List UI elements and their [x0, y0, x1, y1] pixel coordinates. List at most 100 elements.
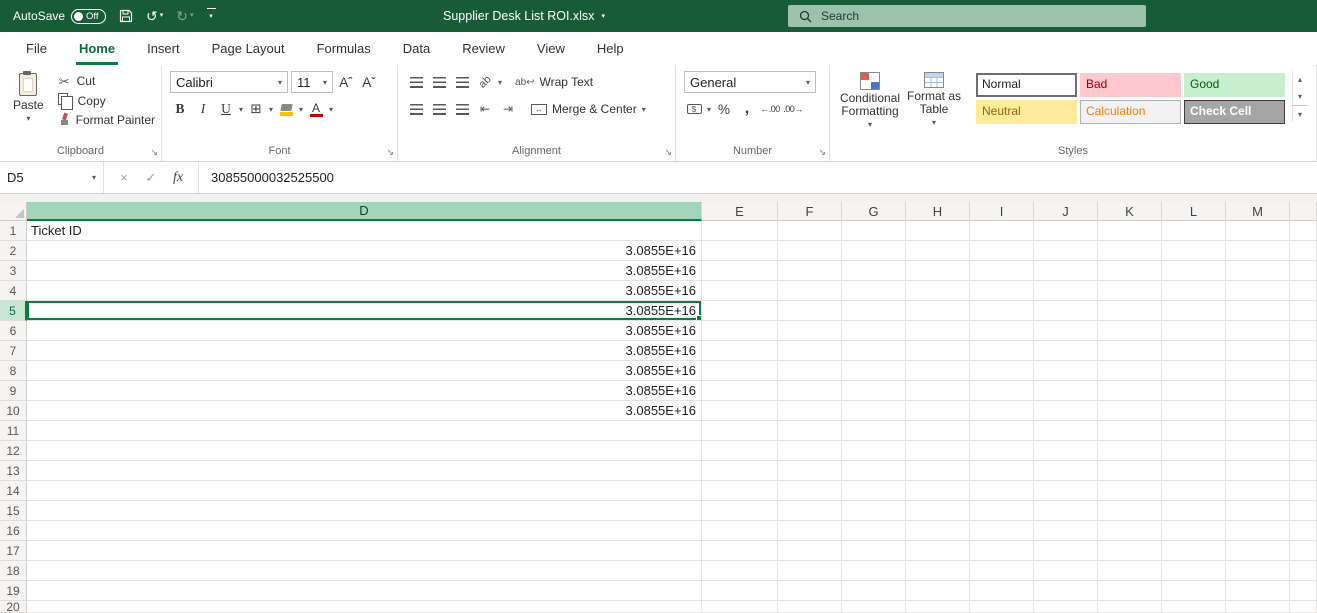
fill-handle[interactable]	[696, 315, 701, 320]
cell-K6[interactable]	[1098, 321, 1162, 341]
cell-D10[interactable]: 3.0855E+16	[27, 401, 702, 421]
cell-J11[interactable]	[1034, 421, 1098, 441]
cell-E7[interactable]	[702, 341, 778, 361]
cell-M7[interactable]	[1226, 341, 1290, 361]
column-header-M[interactable]: M	[1226, 202, 1290, 221]
cell-G10[interactable]	[842, 401, 906, 421]
cell-style-normal[interactable]: Normal	[976, 73, 1077, 97]
cell-L12[interactable]	[1162, 441, 1226, 461]
cell-H19[interactable]	[906, 581, 970, 601]
cell-K12[interactable]	[1098, 441, 1162, 461]
cell-E1[interactable]	[702, 221, 778, 241]
cell-G4[interactable]	[842, 281, 906, 301]
underline-button[interactable]: U	[216, 98, 236, 120]
italic-button[interactable]: I	[193, 98, 213, 120]
cell-K5[interactable]	[1098, 301, 1162, 321]
cell-F13[interactable]	[778, 461, 842, 481]
cell-H16[interactable]	[906, 521, 970, 541]
redo-button[interactable]: ↻ ▾	[176, 9, 193, 23]
cell-I14[interactable]	[970, 481, 1034, 501]
cell-J1[interactable]	[1034, 221, 1098, 241]
cell-L7[interactable]	[1162, 341, 1226, 361]
cut-button[interactable]: ✂ Cut	[57, 74, 155, 88]
document-title[interactable]: Supplier Desk List ROI.xlsx ▾	[443, 0, 605, 32]
cell-H12[interactable]	[906, 441, 970, 461]
cell-L18[interactable]	[1162, 561, 1226, 581]
cell-F15[interactable]	[778, 501, 842, 521]
cell-K20[interactable]	[1098, 601, 1162, 613]
comma-style-button[interactable]: ,	[737, 98, 757, 120]
cell-J4[interactable]	[1034, 281, 1098, 301]
row-header-17[interactable]: 17	[0, 541, 27, 561]
accounting-format-button[interactable]: $	[684, 98, 704, 120]
cell-K1[interactable]	[1098, 221, 1162, 241]
underline-dropdown[interactable]: ▾	[239, 105, 243, 114]
cell-M15[interactable]	[1226, 501, 1290, 521]
cell-style-neutral[interactable]: Neutral	[976, 100, 1077, 124]
cell-x3[interactable]	[1290, 261, 1317, 281]
cell-x9[interactable]	[1290, 381, 1317, 401]
cell-M19[interactable]	[1226, 581, 1290, 601]
cell-E4[interactable]	[702, 281, 778, 301]
cell-style-calculation[interactable]: Calculation	[1080, 100, 1181, 124]
cell-D15[interactable]	[27, 501, 702, 521]
name-box[interactable]: D5 ▾	[0, 162, 104, 193]
row-header-11[interactable]: 11	[0, 421, 27, 441]
cell-F8[interactable]	[778, 361, 842, 381]
cell-H1[interactable]	[906, 221, 970, 241]
cell-D12[interactable]	[27, 441, 702, 461]
cell-J13[interactable]	[1034, 461, 1098, 481]
decrease-font-size-button[interactable]: Aˇ	[359, 71, 379, 93]
cell-D13[interactable]	[27, 461, 702, 481]
row-header-18[interactable]: 18	[0, 561, 27, 581]
tab-formulas[interactable]: Formulas	[301, 32, 387, 65]
cell-K14[interactable]	[1098, 481, 1162, 501]
cell-E17[interactable]	[702, 541, 778, 561]
cell-G16[interactable]	[842, 521, 906, 541]
align-left-button[interactable]	[406, 98, 426, 120]
borders-button[interactable]: ⊞	[246, 98, 266, 120]
cell-I3[interactable]	[970, 261, 1034, 281]
row-header-15[interactable]: 15	[0, 501, 27, 521]
column-header-I[interactable]: I	[970, 202, 1034, 221]
cell-I8[interactable]	[970, 361, 1034, 381]
enter-button[interactable]: ✓	[139, 167, 163, 189]
cell-F19[interactable]	[778, 581, 842, 601]
cell-J5[interactable]	[1034, 301, 1098, 321]
cell-I4[interactable]	[970, 281, 1034, 301]
number-dialog-launcher[interactable]: ↘	[818, 145, 826, 159]
cell-E14[interactable]	[702, 481, 778, 501]
cell-G1[interactable]	[842, 221, 906, 241]
cell-E10[interactable]	[702, 401, 778, 421]
cell-H18[interactable]	[906, 561, 970, 581]
cell-D11[interactable]	[27, 421, 702, 441]
cell-G8[interactable]	[842, 361, 906, 381]
cell-x17[interactable]	[1290, 541, 1317, 561]
cell-K15[interactable]	[1098, 501, 1162, 521]
font-color-button[interactable]: A	[306, 98, 326, 120]
cell-D19[interactable]	[27, 581, 702, 601]
cell-F10[interactable]	[778, 401, 842, 421]
tab-help[interactable]: Help	[581, 32, 640, 65]
cell-M10[interactable]	[1226, 401, 1290, 421]
bottom-align-button[interactable]	[452, 71, 472, 93]
cell-F5[interactable]	[778, 301, 842, 321]
cell-K9[interactable]	[1098, 381, 1162, 401]
row-header-6[interactable]: 6	[0, 321, 27, 341]
copy-button[interactable]: Copy	[57, 93, 155, 110]
cell-M6[interactable]	[1226, 321, 1290, 341]
cell-J16[interactable]	[1034, 521, 1098, 541]
cell-I2[interactable]	[970, 241, 1034, 261]
cell-D4[interactable]: 3.0855E+16	[27, 281, 702, 301]
row-header-13[interactable]: 13	[0, 461, 27, 481]
cell-H20[interactable]	[906, 601, 970, 613]
cell-E15[interactable]	[702, 501, 778, 521]
save-button[interactable]	[119, 9, 133, 23]
tab-home[interactable]: Home	[63, 32, 131, 65]
cell-H9[interactable]	[906, 381, 970, 401]
column-header-D[interactable]: D	[27, 202, 702, 221]
cell-G2[interactable]	[842, 241, 906, 261]
cell-M5[interactable]	[1226, 301, 1290, 321]
cell-M3[interactable]	[1226, 261, 1290, 281]
cell-E3[interactable]	[702, 261, 778, 281]
